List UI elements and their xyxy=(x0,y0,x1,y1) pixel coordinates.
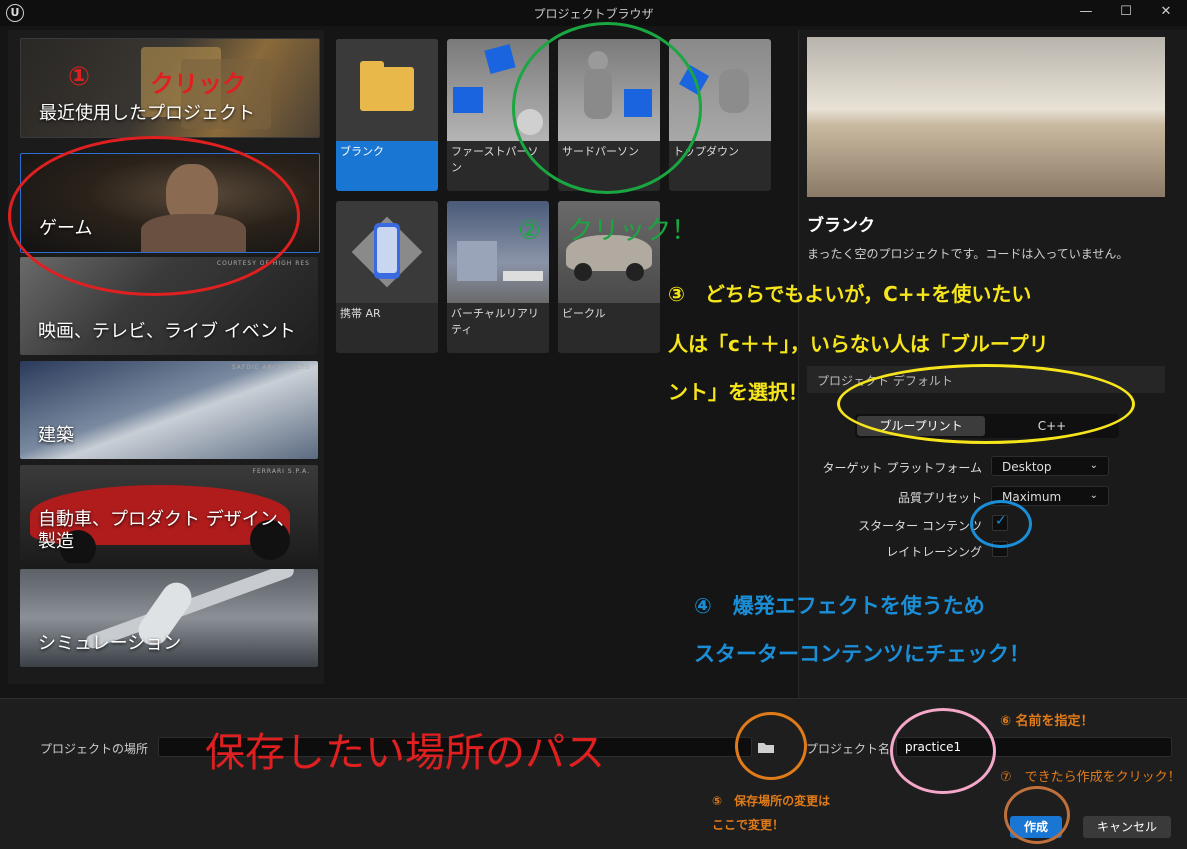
category-architecture[interactable]: SAFDIE ARCHITECTS 建築 xyxy=(20,361,318,459)
annotation-3-line3: ント」を選択！ xyxy=(668,380,808,404)
template-name: ブランク xyxy=(807,216,875,236)
template-label: バーチャルリアリティ xyxy=(451,307,539,336)
quality-preset-label: 品質プリセット xyxy=(897,491,982,505)
image-credit: SAFDIE ARCHITECTS xyxy=(231,364,310,371)
category-label: シミュレーション xyxy=(38,633,182,654)
raytracing-label: レイトレーシング xyxy=(886,545,982,559)
annotation-5-line2: ここで変更！ xyxy=(712,818,785,832)
annotation-ring-orange xyxy=(735,712,807,780)
annotation-3-line1: ③ どちらでもよいが，C++を使いたい xyxy=(668,282,1032,306)
template-label: ブランク xyxy=(340,145,384,158)
template-preview-image xyxy=(807,37,1165,197)
template-description: まったく空のプロジェクトです。コードは入っていません。 xyxy=(807,247,1129,261)
annotation-1-text: クリック xyxy=(150,70,246,98)
annotation-1-number: ① xyxy=(68,62,91,92)
category-simulation[interactable]: シミュレーション xyxy=(20,569,318,667)
annotation-7: ⑦ できたら作成をクリック！ xyxy=(1000,770,1181,785)
minimize-icon[interactable]: — xyxy=(1072,2,1100,22)
category-automotive[interactable]: FERRARI S.P.A. 自動車、プロダクト デザイン、製造 xyxy=(20,465,318,563)
category-label: 最近使用したプロジェクト xyxy=(39,103,255,124)
annotation-ring-blue xyxy=(970,500,1032,548)
close-icon[interactable]: ✕ xyxy=(1152,2,1180,22)
project-location-label: プロジェクトの場所 xyxy=(40,742,149,756)
annotation-2: ② クリック！ xyxy=(518,216,698,246)
annotation-path-note: 保存したい場所のパス xyxy=(205,730,605,776)
starter-content-label: スターター コンテンツ xyxy=(858,519,982,533)
template-handheld-ar[interactable]: 携帯 AR xyxy=(336,201,438,353)
annotation-ring-pink xyxy=(890,708,996,794)
target-platform-label: ターゲット プラットフォーム xyxy=(822,461,982,475)
category-label: 自動車、プロダクト デザイン、製造 xyxy=(38,509,295,552)
template-blank[interactable]: ブランク xyxy=(336,39,438,191)
annotation-6: ⑥ 名前を指定！ xyxy=(1000,714,1094,729)
template-label: ビークル xyxy=(562,307,606,320)
annotation-ring-green xyxy=(512,22,702,194)
target-platform-select[interactable]: Desktop ⌄ xyxy=(991,456,1109,476)
annotation-4-line2: スターターコンテンツにチェック！ xyxy=(694,642,1030,666)
template-label: 携帯 AR xyxy=(340,307,381,320)
image-credit: FERRARI S.P.A. xyxy=(252,468,310,475)
folder-icon xyxy=(360,67,414,111)
project-name-label: プロジェクト名 xyxy=(806,742,891,756)
window-title: プロジェクトブラウザ xyxy=(533,7,654,21)
annotation-ring-red xyxy=(8,136,300,296)
annotation-ring-yellow xyxy=(837,364,1135,444)
maximize-icon[interactable]: ☐ xyxy=(1112,2,1140,22)
annotation-ring-brown xyxy=(1004,786,1070,844)
chevron-down-icon: ⌄ xyxy=(1089,490,1098,501)
chevron-down-icon: ⌄ xyxy=(1089,460,1098,471)
annotation-5-line1: ⑤ 保存場所の変更は xyxy=(712,794,831,808)
template-thumbnail xyxy=(336,201,438,303)
cancel-button[interactable]: キャンセル xyxy=(1083,816,1171,838)
template-thumbnail xyxy=(336,39,438,141)
category-label: 映画、テレビ、ライブ イベント xyxy=(38,321,296,342)
target-platform-value: Desktop xyxy=(1002,460,1052,474)
annotation-4-line1: ④ 爆発エフェクトを使うため xyxy=(694,594,985,618)
category-label: 建築 xyxy=(38,425,74,446)
annotation-3-line2: 人は「c＋＋」，いらない人は「ブループリ xyxy=(668,332,1049,356)
